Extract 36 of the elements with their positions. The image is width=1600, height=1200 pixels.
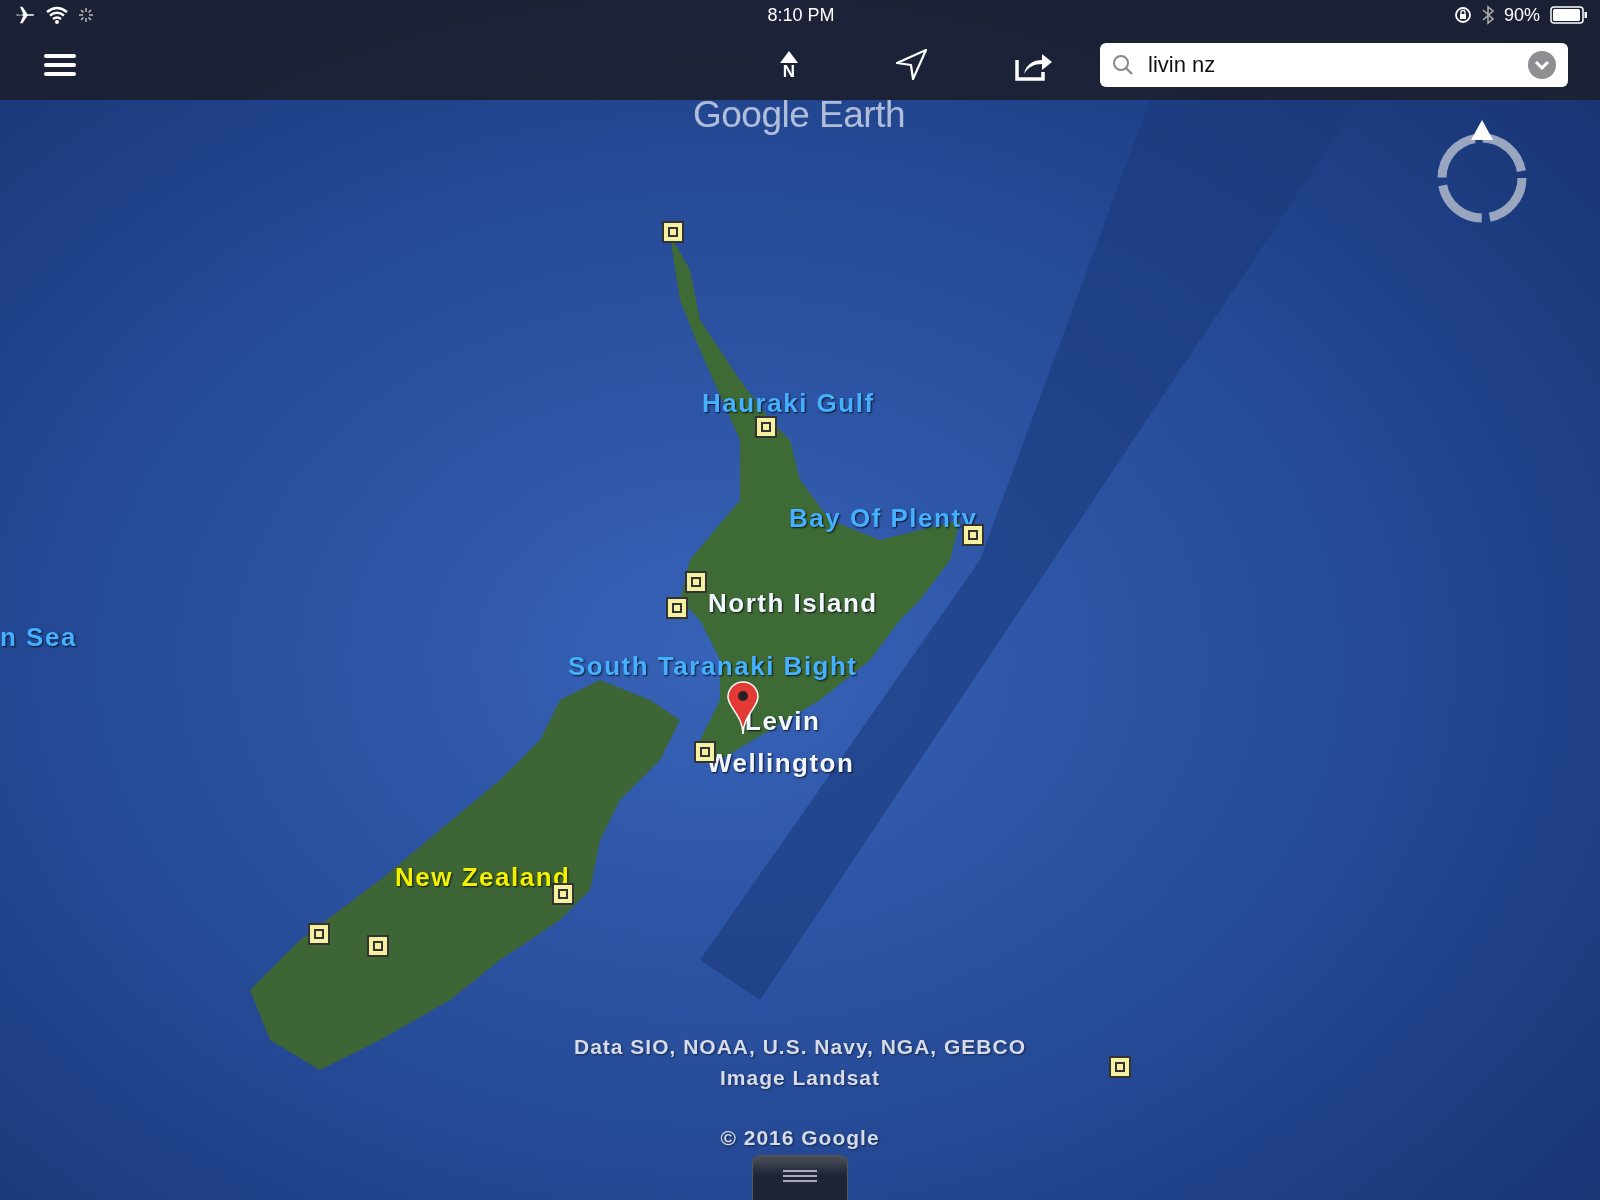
location-button[interactable] <box>894 48 928 82</box>
rotation-lock-icon <box>1453 6 1472 24</box>
map-label: n Sea <box>0 622 77 653</box>
activity-spinner-icon <box>78 7 94 23</box>
search-bar[interactable]: livin nz <box>1100 43 1568 87</box>
placemark-icon[interactable] <box>666 597 688 619</box>
airplane-icon <box>14 5 36 25</box>
google-earth-logo: Google Earth <box>693 94 906 136</box>
menu-button[interactable] <box>44 53 76 77</box>
bluetooth-icon <box>1481 5 1494 25</box>
placemark-icon[interactable] <box>685 571 707 593</box>
map-label: North Island <box>708 588 878 619</box>
drawer-handle[interactable] <box>752 1155 848 1200</box>
menu-icon <box>44 53 76 77</box>
placemark-icon[interactable] <box>1109 1056 1131 1078</box>
grip-icon <box>783 1170 817 1182</box>
map-label: Wellington <box>707 748 855 779</box>
placemark-icon[interactable] <box>367 935 389 957</box>
search-icon <box>1112 54 1134 76</box>
search-input[interactable]: livin nz <box>1146 51 1516 79</box>
location-arrow-icon <box>894 48 928 82</box>
wifi-icon <box>46 6 68 24</box>
north-button[interactable]: N <box>780 50 798 80</box>
chevron-down-icon[interactable] <box>1528 51 1556 79</box>
placemark-icon[interactable] <box>662 221 684 243</box>
map-label: Levin <box>745 706 821 737</box>
placemark-icon[interactable] <box>308 923 330 945</box>
battery-icon <box>1550 6 1588 24</box>
copyright-text: © 2016 Google <box>720 1126 880 1150</box>
status-time: 8:10 PM <box>767 4 835 26</box>
attribution-text: Image Landsat <box>720 1066 880 1090</box>
attribution-text: Data SIO, NOAA, U.S. Navy, NGA, GEBCO <box>574 1035 1026 1059</box>
map-label: New Zealand <box>395 862 571 893</box>
battery-percent: 90% <box>1503 4 1540 26</box>
placemark-icon[interactable] <box>755 416 777 438</box>
north-arrow-icon <box>780 50 798 63</box>
